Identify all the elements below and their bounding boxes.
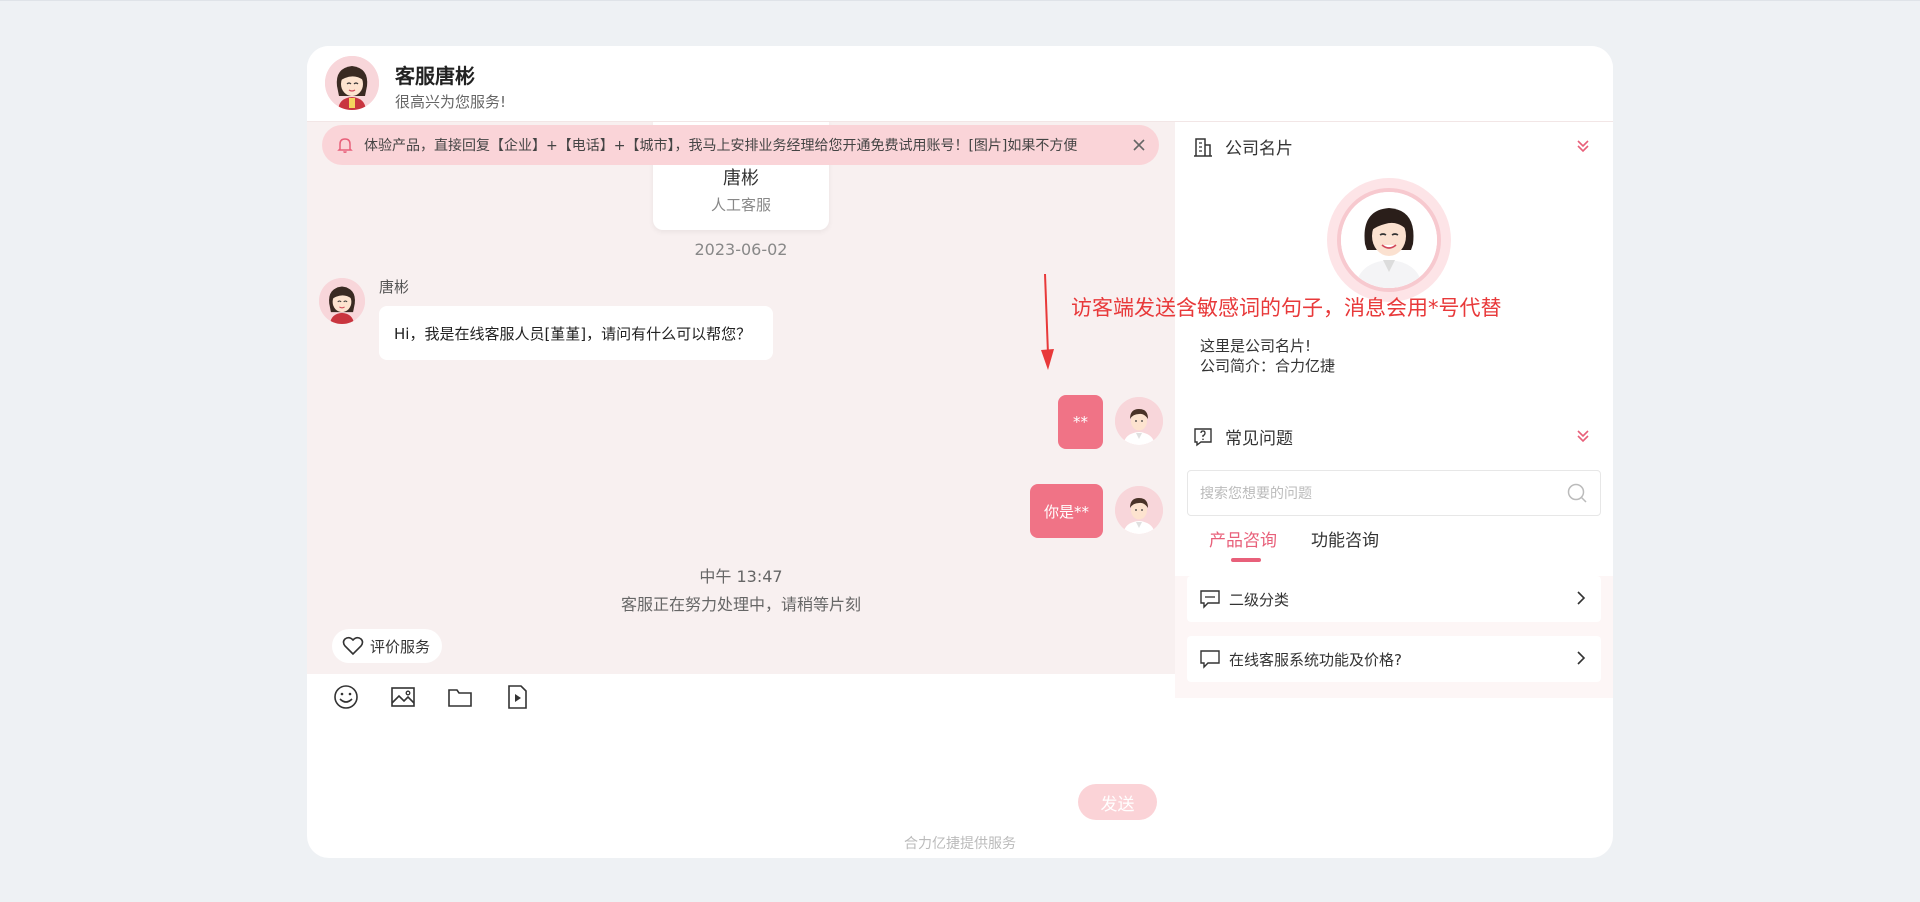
message-agent-avatar: [319, 278, 365, 324]
chevron-right-icon: [1577, 651, 1586, 665]
active-tab-indicator: [1231, 558, 1261, 562]
send-button[interactable]: 发送: [1078, 784, 1157, 820]
search-icon[interactable]: [1566, 482, 1588, 504]
faq-item[interactable]: 在线客服系统功能及价格?: [1187, 636, 1601, 682]
powered-by: 合力亿捷提供服务: [904, 836, 1016, 852]
composer-toolbar: [331, 682, 559, 718]
faq-search-input[interactable]: [1200, 483, 1560, 505]
video-file-icon[interactable]: [502, 682, 532, 712]
chevron-right-icon: [1577, 591, 1586, 605]
agent-status-text: 客服正在努力处理中，请稍等片刻: [620, 595, 861, 614]
visitor-avatar: [1115, 486, 1163, 534]
company-description: 公司简介：合力亿捷: [1200, 357, 1336, 375]
faq-title-text: 常见问题: [1225, 429, 1293, 449]
faq-item-label: 在线客服系统功能及价格?: [1229, 650, 1402, 669]
date-separator: 2023-06-02: [694, 240, 788, 259]
chat-window: 客服唐彬 很高兴为您服务! 体验产品，直接回复【企业】+【电话】+【城市】，我马…: [307, 46, 1613, 858]
annotation-text: 访客端发送含敏感词的句子，消息会用*号代替: [1071, 296, 1502, 320]
message-time: 中午 13:47: [699, 567, 783, 586]
message-input[interactable]: [327, 726, 1157, 826]
side-panel: 公司名片 这里是公司名片! 公司简介：合力亿捷 常见问题 搜索您想要的问题 产品…: [1175, 122, 1613, 698]
agent-card-name: 唐彬: [723, 168, 759, 189]
top-border: [0, 0, 1920, 1]
close-icon[interactable]: [1129, 135, 1149, 155]
bell-icon: [337, 138, 353, 153]
message-sender-name: 唐彬: [379, 278, 410, 296]
agent-avatar: [325, 56, 379, 110]
chat-area[interactable]: 体验产品，直接回复【企业】+【电话】+【城市】，我马上安排业务经理给您开通免费试…: [307, 122, 1175, 674]
chat-bubble-icon: [1200, 650, 1220, 669]
annotation-arrow-icon: [1041, 273, 1054, 370]
faq-item-label: 二级分类: [1229, 590, 1290, 609]
notice-bar: 体验产品，直接回复【企业】+【电话】+【城市】，我马上安排业务经理给您开通免费试…: [322, 125, 1159, 165]
folder-icon[interactable]: [445, 682, 475, 712]
company-avatar: [1327, 178, 1451, 302]
agent-message-bubble: Hi，我是在线客服人员[堇堇]，请问有什么可以帮您？: [379, 306, 774, 360]
rate-service-label: 评价服务: [370, 637, 431, 656]
chat-bubble-icon: [1200, 590, 1220, 609]
tab-product-inquiry[interactable]: 产品咨询: [1209, 526, 1277, 551]
tab-feature-inquiry[interactable]: 功能咨询: [1311, 526, 1379, 551]
emoji-icon[interactable]: [331, 682, 361, 712]
rate-service-button[interactable]: 评价服务: [332, 629, 443, 663]
chat-header: 客服唐彬 很高兴为您服务!: [307, 46, 1613, 122]
double-chevron-down-icon[interactable]: [1575, 428, 1591, 444]
question-icon: [1194, 427, 1212, 446]
image-icon[interactable]: [388, 682, 418, 712]
double-chevron-down-icon[interactable]: [1575, 138, 1591, 154]
header-subtitle: 很高兴为您服务!: [395, 93, 507, 111]
agent-card-role: 人工客服: [710, 196, 771, 214]
building-icon: [1194, 137, 1212, 157]
visitor-message-bubble: **: [1058, 395, 1103, 449]
company-intro-line: 这里是公司名片!: [1200, 337, 1312, 355]
faq-item[interactable]: 二级分类: [1187, 576, 1601, 622]
agent-title: 客服唐彬: [395, 64, 475, 88]
faq-title: 常见问题: [1193, 424, 1293, 449]
faq-search: [1187, 470, 1601, 516]
company-card-title: 公司名片: [1193, 134, 1293, 159]
company-card-title-text: 公司名片: [1225, 139, 1293, 159]
visitor-avatar: [1115, 397, 1163, 445]
heart-icon: [342, 636, 364, 656]
visitor-message-bubble: 你是**: [1029, 484, 1103, 538]
notice-text: 体验产品，直接回复【企业】+【电话】+【城市】，我马上安排业务经理给您开通免费试…: [364, 138, 1078, 154]
